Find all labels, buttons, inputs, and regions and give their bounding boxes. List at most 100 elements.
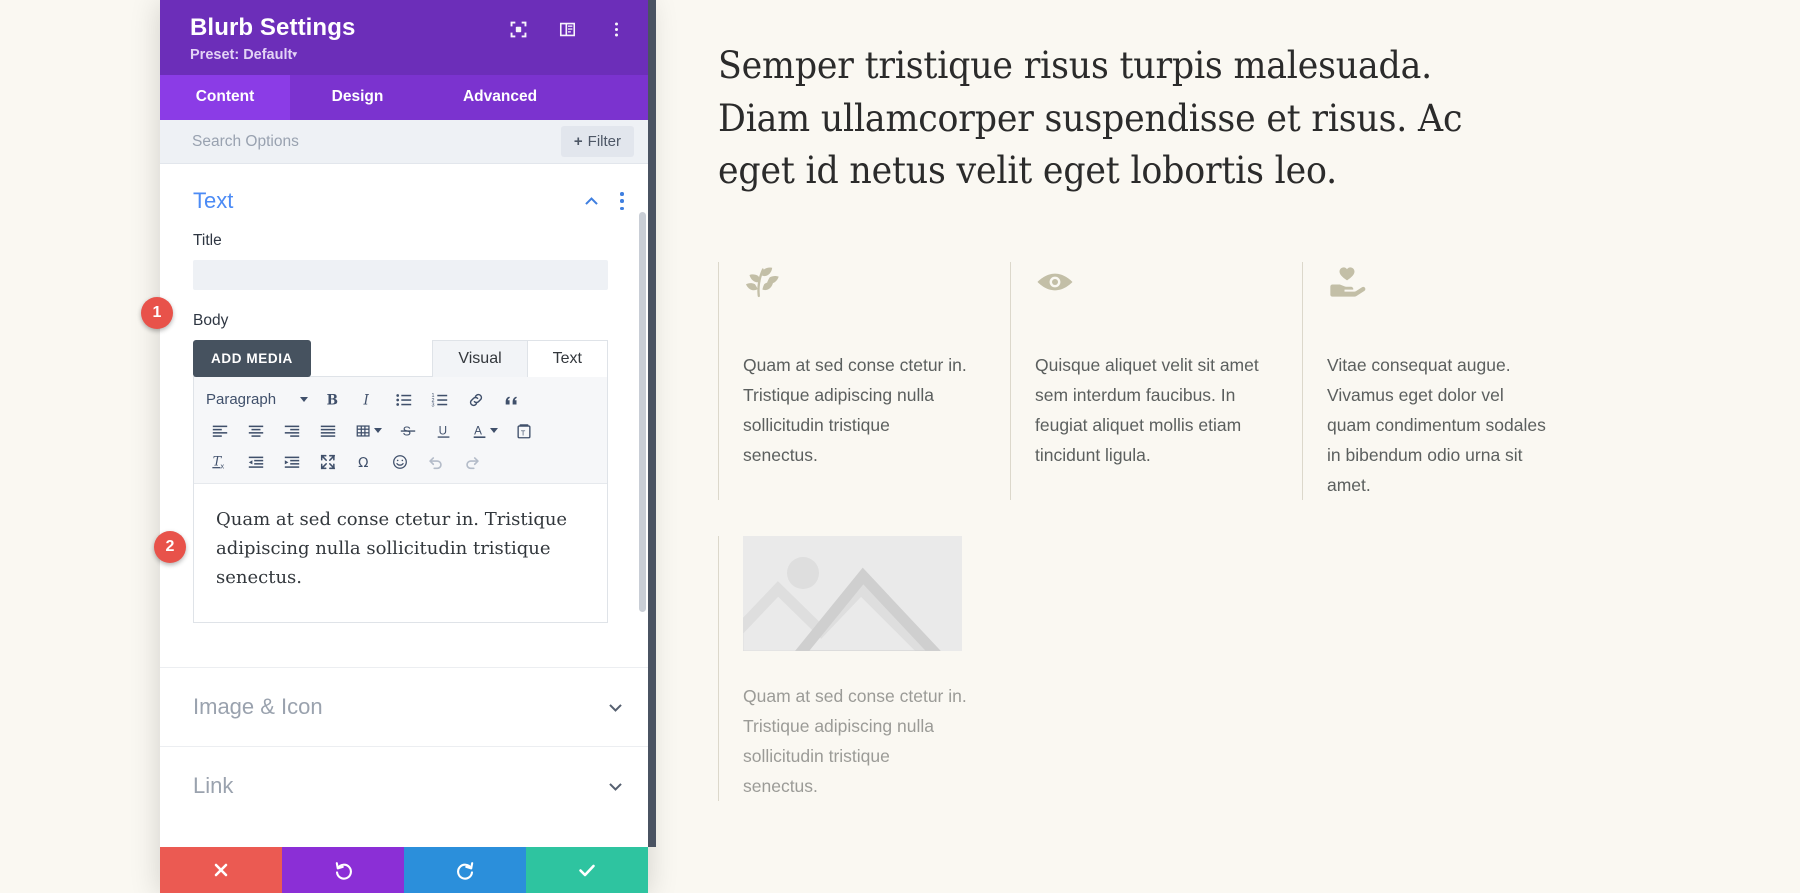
chevron-down-icon [489, 428, 498, 433]
callout-marker-2: 2 [154, 531, 186, 563]
chevron-down-icon[interactable] [607, 699, 624, 716]
heart-in-hand-icon [1327, 262, 1367, 302]
section-header-text[interactable]: Text [160, 164, 648, 232]
undo-button[interactable] [282, 847, 404, 893]
scrollbar-thumb[interactable] [639, 212, 646, 612]
undo-icon[interactable] [418, 447, 454, 476]
tab-design[interactable]: Design [290, 75, 425, 120]
focus-target-icon[interactable] [509, 20, 528, 39]
chevron-down-icon [373, 428, 382, 433]
paste-as-text-icon[interactable]: T [506, 416, 542, 445]
settings-scroll-area: Text Title Body ADD MEDIA Visual Text Pa… [160, 164, 648, 847]
preset-selector[interactable]: Preset: Default▾ [190, 47, 626, 63]
title-label: Title [193, 232, 222, 249]
editor-toolbar-row-2: S U [202, 415, 599, 446]
modal-footer [160, 847, 648, 893]
numbered-list-icon[interactable]: 1 2 3 [422, 385, 458, 414]
blurb-row-2: Quam at sed conse ctetur in. Tristique a… [718, 536, 1058, 802]
modal-right-edge [648, 0, 656, 847]
bulleted-list-icon[interactable] [386, 385, 422, 414]
preset-label: Preset: Default [190, 47, 293, 63]
redo-button[interactable] [404, 847, 526, 893]
body-label: Body [193, 312, 229, 329]
tab-text[interactable]: Text [526, 340, 608, 377]
title-field-group: Title [160, 232, 648, 290]
chevron-down-icon: ▾ [292, 49, 297, 59]
image-placeholder-icon [743, 536, 962, 651]
blurb-text: Vitae consequat augue. Vivamus eget dolo… [1327, 355, 1546, 496]
link-icon[interactable] [458, 385, 494, 414]
tab-advanced[interactable]: Advanced [425, 75, 575, 120]
blockquote-icon[interactable] [494, 385, 530, 414]
settings-scrollbar[interactable] [639, 212, 646, 842]
header-icon-group [509, 20, 626, 39]
table-icon[interactable] [346, 416, 390, 445]
chevron-up-icon[interactable] [583, 193, 600, 210]
more-vertical-icon[interactable] [607, 20, 626, 39]
hero-heading: Semper tristique risus turpis malesuada.… [718, 44, 1463, 193]
editor-top-row: ADD MEDIA Visual Text [193, 340, 608, 377]
section-title: Link [193, 773, 234, 799]
blurb-row: Quam at sed conse ctetur in. Tristique a… [718, 262, 1778, 501]
redo-icon [455, 860, 476, 881]
check-icon [576, 859, 598, 881]
layout-panel-icon[interactable] [558, 20, 577, 39]
fullscreen-icon[interactable] [310, 447, 346, 476]
blurb-item-4[interactable]: Quam at sed conse ctetur in. Tristique a… [718, 536, 1010, 802]
body-editor-content[interactable]: Quam at sed conse ctetur in. Tristique a… [194, 484, 607, 623]
svg-text:A: A [474, 424, 482, 437]
emoji-icon[interactable] [382, 447, 418, 476]
filter-button[interactable]: + Filter [560, 126, 634, 157]
modal-tabs: Content Design Advanced [160, 75, 648, 120]
strikethrough-icon[interactable]: S [390, 416, 426, 445]
format-select-label: Paragraph [206, 391, 277, 408]
italic-icon[interactable]: I [350, 385, 386, 414]
section-header-link[interactable]: Link [160, 746, 648, 825]
blurb-settings-modal: Blurb Settings Preset: Default▾ Content … [160, 0, 656, 893]
align-justify-icon[interactable] [310, 416, 346, 445]
modal-header: Blurb Settings Preset: Default▾ [160, 0, 648, 75]
align-left-icon[interactable] [202, 416, 238, 445]
bold-icon[interactable]: B [314, 385, 350, 414]
modal-body: Text Title Body ADD MEDIA Visual Text Pa… [160, 164, 648, 847]
outdent-icon[interactable] [238, 447, 274, 476]
special-character-icon[interactable]: Ω [346, 447, 382, 476]
plus-icon: + [573, 133, 583, 150]
tab-visual[interactable]: Visual [432, 340, 528, 377]
section-actions [583, 192, 624, 210]
editor-mode-tabs: Visual Text [432, 340, 608, 377]
leaf-branch-icon [743, 262, 783, 302]
rich-text-editor: Paragraph B I 1 2 3 U A T T x Ω Quam at … [193, 376, 608, 624]
save-button[interactable] [526, 847, 648, 893]
preview-content: Semper tristique risus turpis malesuada.… [718, 0, 1718, 198]
more-vertical-icon[interactable] [620, 192, 624, 210]
eye-icon [1035, 262, 1075, 302]
tab-content[interactable]: Content [160, 75, 290, 120]
text-color-icon[interactable]: A [462, 416, 506, 445]
blurb-text: Quam at sed conse ctetur in. Tristique a… [743, 686, 967, 797]
add-media-button[interactable]: ADD MEDIA [193, 340, 311, 377]
title-input[interactable] [193, 260, 608, 290]
underline-icon[interactable]: U [426, 416, 462, 445]
search-input[interactable] [192, 120, 561, 163]
align-right-icon[interactable] [274, 416, 310, 445]
redo-icon[interactable] [454, 447, 490, 476]
blurb-item-2[interactable]: Quisque aliquet velit sit amet sem inter… [1010, 262, 1302, 501]
svg-text:U: U [439, 424, 447, 437]
align-center-icon[interactable] [238, 416, 274, 445]
undo-icon [333, 860, 354, 881]
section-title: Text [193, 188, 234, 213]
editor-toolbar: Paragraph B I 1 2 3 U A T T x Ω [194, 377, 607, 484]
section-header-image-icon[interactable]: Image & Icon [160, 667, 648, 746]
blurb-item-3[interactable]: Vitae consequat augue. Vivamus eget dolo… [1302, 262, 1594, 501]
chevron-down-icon[interactable] [607, 778, 624, 795]
close-icon [211, 860, 231, 880]
svg-text:Ω: Ω [358, 454, 368, 470]
format-select[interactable]: Paragraph [202, 385, 314, 414]
clear-formatting-icon[interactable]: T x [202, 447, 238, 476]
svg-text:x: x [220, 461, 224, 470]
indent-icon[interactable] [274, 447, 310, 476]
filter-label: Filter [587, 133, 621, 150]
blurb-item-1[interactable]: Quam at sed conse ctetur in. Tristique a… [718, 262, 1010, 501]
cancel-button[interactable] [160, 847, 282, 893]
